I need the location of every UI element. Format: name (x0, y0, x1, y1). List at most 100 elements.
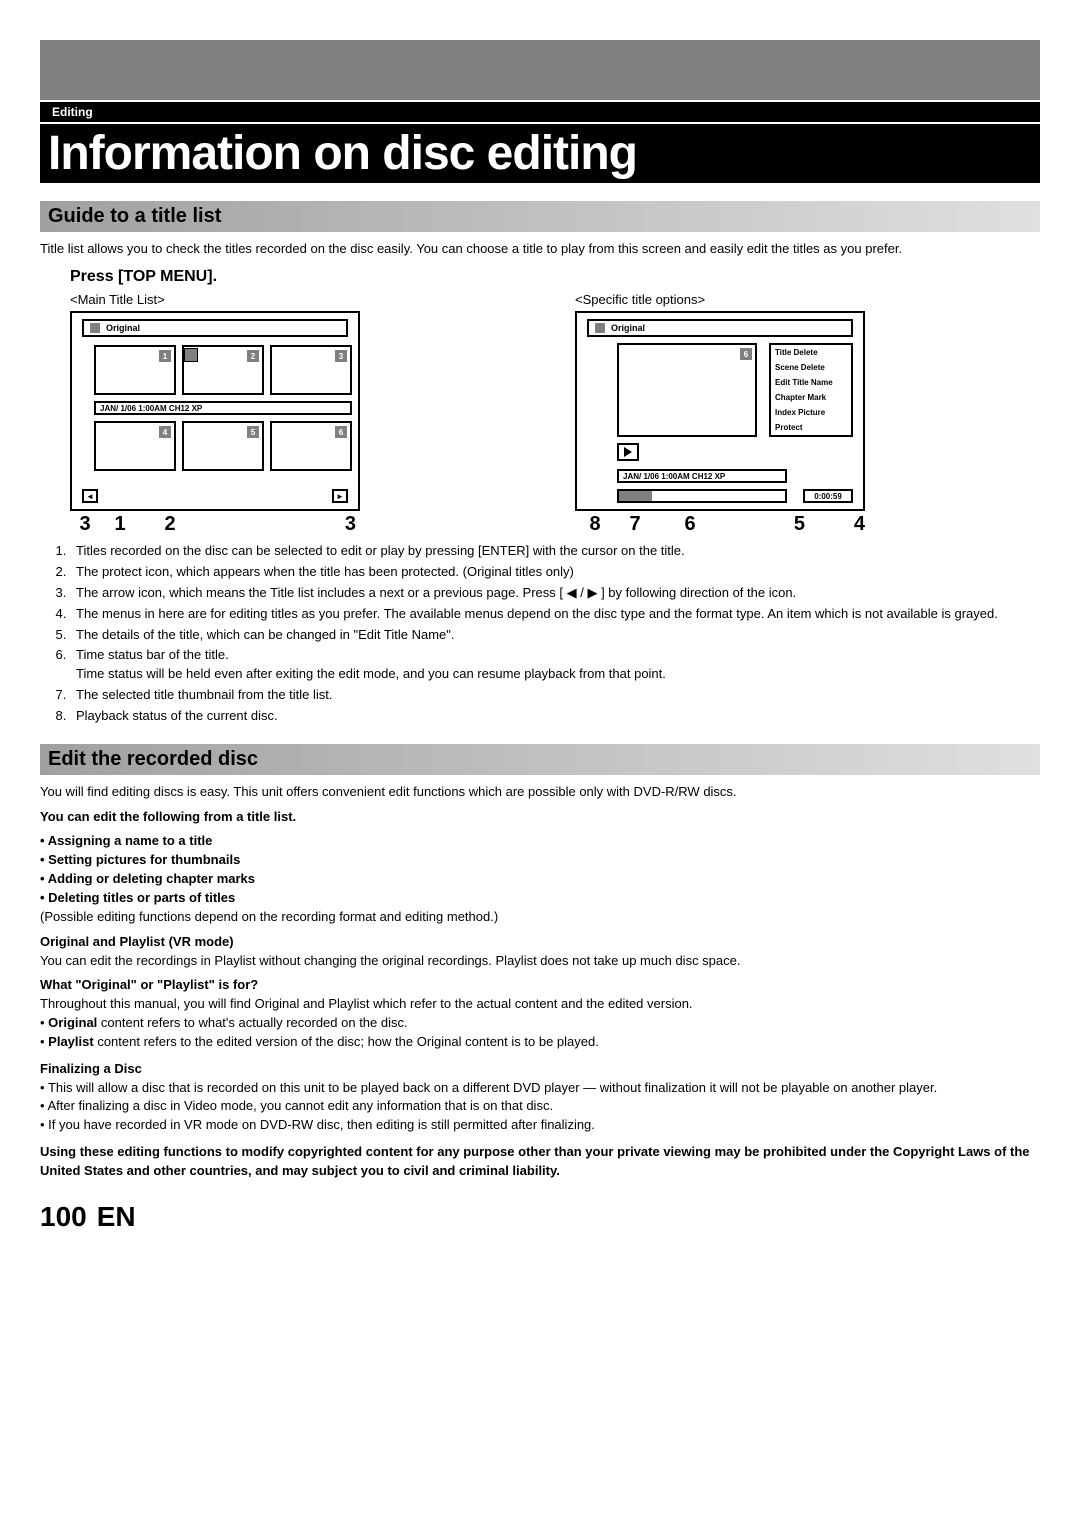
note-7: The selected title thumbnail from the ti… (70, 686, 1040, 705)
prev-page-arrow-icon: ◄ (82, 489, 98, 503)
language-code: EN (97, 1201, 136, 1233)
callout-4: 4 (845, 513, 865, 536)
callout-3r: 3 (200, 513, 360, 536)
orig-bullet: Original content refers to what's actual… (40, 1014, 1040, 1033)
selected-thumb: 6 (617, 343, 757, 437)
callout-6: 6 (655, 513, 725, 536)
original-color-icon-2 (595, 323, 605, 333)
original-bar-2: Original (587, 319, 853, 337)
edit-item-1: Assigning a name to a title (40, 832, 1040, 851)
page-title: Information on disc editing (48, 126, 1032, 181)
original-color-icon (90, 323, 100, 333)
page-number: 100 (40, 1201, 87, 1233)
finalize-1: This will allow a disc that is recorded … (40, 1079, 1040, 1098)
lock-icon (184, 348, 198, 362)
callouts-right: 8 7 6 5 4 (575, 513, 865, 536)
callout-2: 2 (140, 513, 200, 536)
info-strip-right: JAN/ 1/06 1:00AM CH12 XP (617, 469, 787, 483)
what-heading: What "Original" or "Playlist" is for? (40, 976, 1040, 995)
original-label-2: Original (611, 323, 645, 333)
menu-protect: Protect (771, 420, 851, 435)
warning-text: Using these editing functions to modify … (40, 1143, 1040, 1181)
page-title-bar: Information on disc editing (40, 124, 1040, 183)
thumb-row-2: 4 5 6 (94, 421, 352, 471)
note-6: Time status bar of the title. Time statu… (70, 646, 1040, 684)
orig-bullet-label: Original (48, 1015, 97, 1030)
pl-bullet: Playlist content refers to the edited ve… (40, 1033, 1040, 1052)
thumb-num-6: 6 (335, 426, 347, 438)
diagram-right: <Specific title options> Original 6 Titl… (575, 292, 1040, 536)
menu-index-picture: Index Picture (771, 405, 851, 420)
thumb-num-5: 5 (247, 426, 259, 438)
finalize-list: This will allow a disc that is recorded … (40, 1079, 1040, 1136)
note-5: The details of the title, which can be c… (70, 626, 1040, 645)
thumb-6: 6 (270, 421, 352, 471)
section-heading-1-text: Guide to a title list (48, 205, 1032, 228)
note-4: The menus in here are for editing titles… (70, 605, 1040, 624)
page-footer: 100 EN (40, 1201, 1040, 1233)
callout-7: 7 (615, 513, 655, 536)
diagram-left: <Main Title List> Original 1 2 3 JAN/ 1/… (70, 292, 535, 536)
info-strip-left: JAN/ 1/06 1:00AM CH12 XP (94, 401, 352, 415)
possible-note: (Possible editing functions depend on th… (40, 908, 1040, 927)
section-heading-2-text: Edit the recorded disc (48, 748, 1032, 771)
thumb-3: 3 (270, 345, 352, 395)
section-heading-2: Edit the recorded disc (40, 744, 1040, 775)
time-status-bar (617, 489, 787, 503)
section1-intro: Title list allows you to check the title… (40, 240, 1040, 258)
thumb-num-1: 1 (159, 350, 171, 362)
pl-bullet-label: Playlist (48, 1034, 94, 1049)
thumb-1: 1 (94, 345, 176, 395)
note-3: The arrow icon, which means the Title li… (70, 584, 1040, 603)
menu-chapter-mark: Chapter Mark (771, 390, 851, 405)
note-2: The protect icon, which appears when the… (70, 563, 1040, 582)
edit-item-2: Setting pictures for thumbnails (40, 851, 1040, 870)
vr-heading: Original and Playlist (VR mode) (40, 933, 1040, 952)
section-label-bar: Editing (40, 102, 1040, 122)
callout-1: 1 (100, 513, 140, 536)
selected-thumb-num: 6 (740, 348, 752, 360)
callouts-left: 3 1 2 3 (70, 513, 360, 536)
menu-title-delete: Title Delete (771, 345, 851, 360)
play-triangle-icon (624, 447, 632, 457)
duration-box: 0:00:59 (803, 489, 853, 503)
notes-list: Titles recorded on the disc can be selec… (70, 542, 1040, 726)
section2-intro: You will find editing discs is easy. Thi… (40, 783, 1040, 802)
finalize-heading: Finalizing a Disc (40, 1060, 1040, 1079)
callout-8: 8 (575, 513, 615, 536)
thumb-num-3: 3 (335, 350, 347, 362)
original-label: Original (106, 323, 140, 333)
diagram-left-label: <Main Title List> (70, 292, 535, 307)
what-bullets: Original content refers to what's actual… (40, 1014, 1040, 1052)
press-instruction: Press [TOP MENU]. (70, 268, 1040, 286)
finalize-3: If you have recorded in VR mode on DVD-R… (40, 1116, 1040, 1135)
thumb-num-2: 2 (247, 350, 259, 362)
main-title-list-screen: Original 1 2 3 JAN/ 1/06 1:00AM CH12 XP … (70, 311, 360, 511)
note-1: Titles recorded on the disc can be selec… (70, 542, 1040, 561)
section-heading-1: Guide to a title list (40, 201, 1040, 232)
edit-item-3: Adding or deleting chapter marks (40, 870, 1040, 889)
orig-bullet-text: content refers to what's actually record… (97, 1015, 407, 1030)
what-text: Throughout this manual, you will find Or… (40, 995, 1040, 1014)
original-bar: Original (82, 319, 348, 337)
note-8: Playback status of the current disc. (70, 707, 1040, 726)
can-edit-heading: You can edit the following from a title … (40, 808, 1040, 827)
finalize-2: After finalizing a disc in Video mode, y… (40, 1097, 1040, 1116)
vr-text: You can edit the recordings in Playlist … (40, 952, 1040, 971)
pl-bullet-text: content refers to the edited version of … (94, 1034, 599, 1049)
playback-status-icon (617, 443, 639, 461)
menu-scene-delete: Scene Delete (771, 360, 851, 375)
section-label: Editing (52, 105, 93, 119)
next-page-arrow-icon: ► (332, 489, 348, 503)
manual-page: Editing Information on disc editing Guid… (0, 40, 1080, 1233)
callout-5: 5 (725, 513, 845, 536)
callout-3l: 3 (70, 513, 100, 536)
thumb-5: 5 (182, 421, 264, 471)
diagram-right-label: <Specific title options> (575, 292, 1040, 307)
diagrams-row: <Main Title List> Original 1 2 3 JAN/ 1/… (70, 292, 1040, 536)
specific-title-options-screen: Original 6 Title Delete Scene Delete Edi… (575, 311, 865, 511)
edit-item-4: Deleting titles or parts of titles (40, 889, 1040, 908)
thumb-num-4: 4 (159, 426, 171, 438)
menu-edit-title-name: Edit Title Name (771, 375, 851, 390)
thumb-4: 4 (94, 421, 176, 471)
